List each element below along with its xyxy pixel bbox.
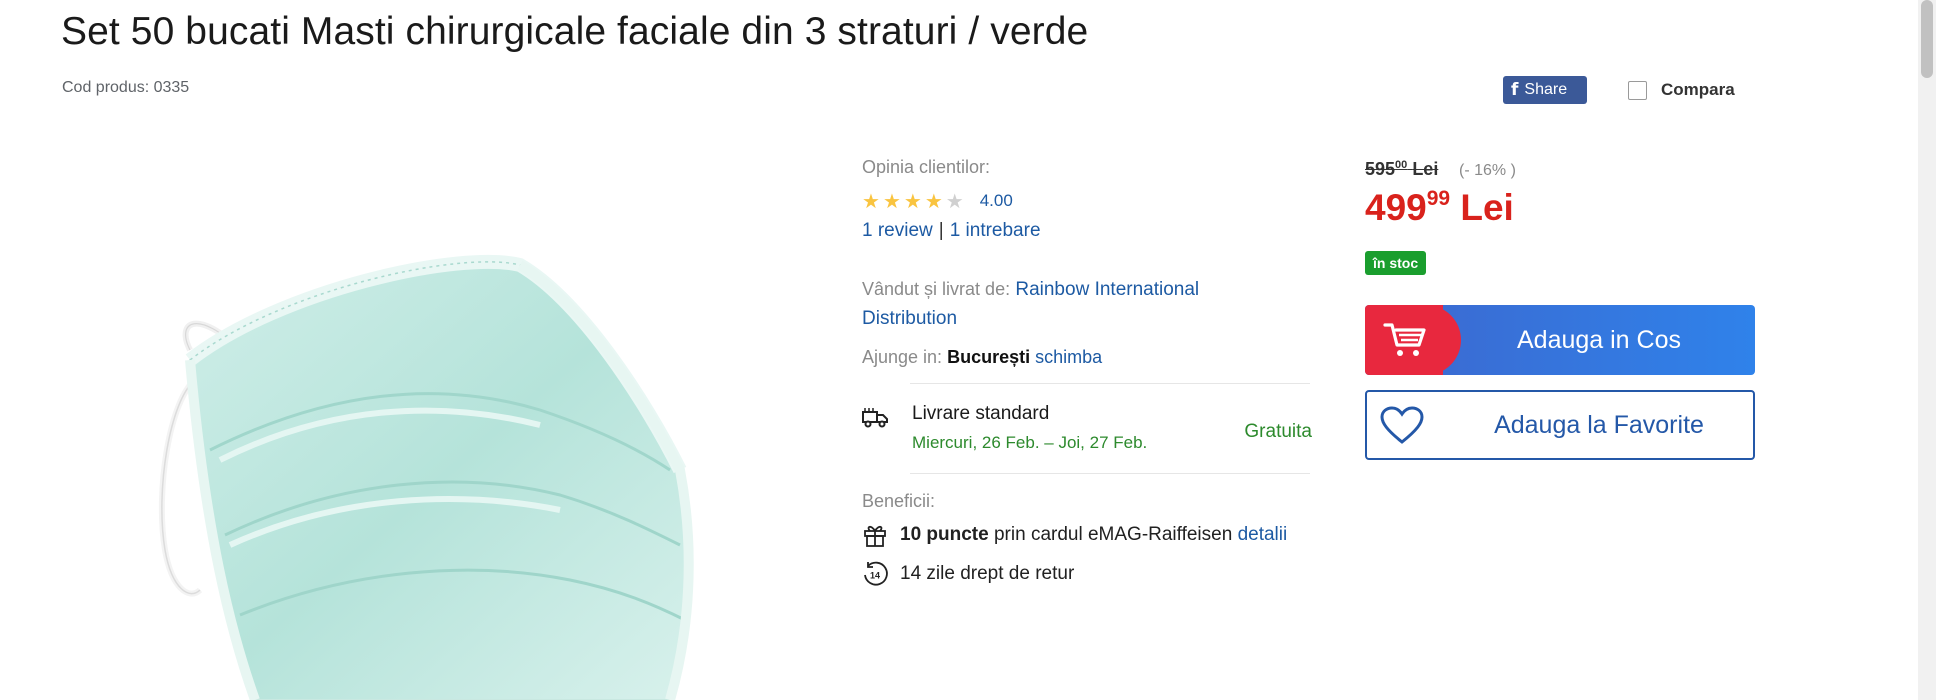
scrollbar-thumb[interactable] [1921,0,1933,78]
questions-link[interactable]: 1 intrebare [950,220,1041,241]
points-text: prin cardul eMAG-Raiffeisen [993,524,1233,545]
arrival-location: Ajunge in: București schimba [862,347,1102,368]
benefit-return: 14 14 zile drept de retur [862,561,1074,587]
review-links: 1 review | 1 intrebare [862,220,1041,242]
add-to-favorites-button[interactable]: Adauga la Favorite [1365,390,1755,460]
delivery-dates: Miercuri, 26 Feb. – Joi, 27 Feb. [912,433,1148,452]
facebook-share-button[interactable]: f Share [1503,76,1587,104]
points-amount: 10 puncte [900,524,989,545]
seller-label: Vândut și livrat de: [862,279,1011,299]
delivery-cost: Gratuita [1244,421,1312,442]
compare-toggle[interactable]: Compara [1628,80,1735,100]
points-details-link[interactable]: detalii [1238,524,1288,545]
gift-icon [864,525,886,547]
return-text: 14 zile drept de retur [900,563,1075,584]
delivery-option: Livrare standard Miercuri, 26 Feb. – Joi… [862,403,1312,463]
star-icon: ★ [945,189,964,213]
star-icon: ★ [862,189,880,213]
product-image[interactable] [80,150,760,700]
benefits-label: Beneficii: [862,491,936,511]
star-icon: ★ [924,189,943,213]
seller-info: Vândut și livrat de: Rainbow Internation… [862,275,1292,333]
add-to-favorites-label: Adauga la Favorite [1494,410,1704,439]
discount-badge: (- 16% ) [1459,162,1516,179]
old-price: 59500 Lei [1365,159,1439,179]
rating-value[interactable]: 4.00 [980,191,1013,211]
reviews-link[interactable]: 1 review [862,220,933,241]
divider [910,383,1310,384]
return-badge: 14 [870,571,880,581]
compare-label: Compara [1661,80,1735,99]
truck-icon [862,408,888,428]
add-to-cart-label: Adauga in Cos [1516,325,1681,354]
share-label: Share [1524,81,1568,98]
add-to-cart-button[interactable]: Adauga in Cos [1365,305,1755,375]
benefit-points: 10 puncte prin cardul eMAG-Raiffeisen de… [862,522,1287,548]
heart-icon [1380,406,1424,444]
reviews-label: Opinia clientilor: [862,157,991,177]
arrival-city: București [947,347,1031,367]
return-14-icon: 14 [864,561,888,586]
page-scrollbar[interactable] [1918,0,1936,700]
rating-stars: ★ ★ ★ ★ ★ [862,191,964,211]
current-price: 49999 Lei [1365,187,1514,228]
change-location-link[interactable]: schimba [1035,347,1102,367]
star-icon: ★ [903,189,922,213]
rating-row[interactable]: ★ ★ ★ ★ ★ 4.00 [862,191,1013,211]
divider [910,473,1310,474]
star-icon: ★ [882,189,901,213]
compare-checkbox[interactable] [1628,80,1647,100]
separator: | [938,220,944,241]
facebook-icon: f [1511,80,1519,100]
delivery-title: Livrare standard [912,403,1050,424]
product-code: Cod produs: 0335 [62,79,190,96]
product-title: Set 50 bucati Masti chirurgicale faciale… [61,10,1089,53]
cart-icon [1383,323,1426,356]
arrival-label: Ajunge in: [862,347,943,367]
stock-badge: în stoc [1365,251,1427,275]
